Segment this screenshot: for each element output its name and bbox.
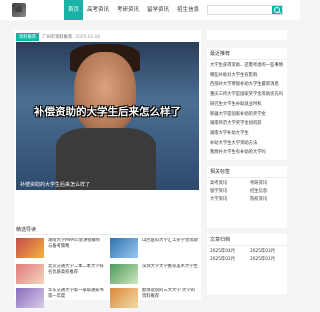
sidebar-tags: 相关标签 高考资讯 考研资讯 留学资讯 招生信息 大学资讯 院校资讯 bbox=[207, 166, 287, 228]
hero-caption[interactable]: 补偿资助的大学生后来怎么样了 bbox=[20, 181, 90, 188]
sidebar-archive-links: 2025年04月 2025年03月 2025年02月 2025年01月 bbox=[207, 246, 287, 264]
nav-item-gaokao[interactable]: 高考资讯 bbox=[83, 0, 113, 20]
nav-item-admissions[interactable]: 招生信息 bbox=[173, 0, 203, 20]
sidebar-ad bbox=[207, 30, 287, 40]
list-item[interactable]: 能够说说的三大大学 大学的资料推荐 bbox=[110, 288, 198, 312]
article-thumbnail[interactable] bbox=[16, 264, 44, 284]
article-thumbnail[interactable] bbox=[16, 288, 44, 308]
article-thumbnail[interactable] bbox=[110, 264, 138, 284]
tag-link[interactable]: 考研资讯 bbox=[250, 180, 280, 186]
list-item[interactable]: 研究生大学生补助就业时机 bbox=[210, 100, 284, 110]
list-item[interactable]: 我想补大学生有补助的大学吗 bbox=[210, 148, 284, 158]
nav-item-home[interactable]: 首页 bbox=[64, 0, 84, 20]
archive-link[interactable]: 2025年04月 bbox=[210, 248, 240, 254]
article-thumbnail[interactable] bbox=[110, 238, 138, 258]
breadcrumb-date: 2025-02-06 bbox=[75, 34, 101, 40]
list-item[interactable]: 西部补大学寒假补助大学生最新消息 bbox=[210, 80, 284, 90]
article-thumbnail[interactable] bbox=[16, 238, 44, 258]
hero-overlay-title: 补偿资助的大学生后来怎么样了 bbox=[34, 106, 181, 118]
list-item[interactable]: 湖南大学MPAcc会讲授解析与备考策略 bbox=[16, 238, 104, 262]
list-item[interactable]: 北京交通大学二本二本大学排名优质高校推荐 bbox=[16, 264, 104, 288]
hero-photo-face bbox=[74, 52, 136, 132]
article-title[interactable]: 北京交通大学二本二本大学排名优质高校推荐 bbox=[48, 264, 104, 276]
hero-image[interactable]: 补偿资助的大学生后来怎么样了 补偿资助的大学生后来怎么样了 bbox=[16, 42, 199, 190]
site-logo[interactable]: ⬛ bbox=[12, 3, 26, 17]
nav-item-kaoyan[interactable]: 考研资讯 bbox=[113, 0, 143, 20]
featured-section: 精选导读 湖南大学MPAcc会讲授解析与备考策略 山西医科大学汇丰奖学金资助 北… bbox=[14, 224, 201, 308]
tag-link[interactable]: 大学资讯 bbox=[210, 196, 240, 202]
tag-link[interactable]: 高考资讯 bbox=[210, 180, 240, 186]
search-box bbox=[207, 5, 283, 15]
sidebar-recommend-title: 最近推荐 bbox=[207, 48, 287, 60]
search-icon bbox=[274, 7, 280, 13]
top-navigation-bar: ⬛ 首页 高考资讯 考研资讯 留学资讯 招生信息 bbox=[0, 0, 300, 20]
list-item[interactable]: 华东交通大学第一录取通知书第一年度 bbox=[16, 288, 104, 312]
archive-link[interactable]: 2025年03月 bbox=[250, 248, 280, 254]
tag-link[interactable]: 院校资讯 bbox=[250, 196, 280, 202]
article-thumbnail[interactable] bbox=[110, 288, 138, 308]
list-item[interactable]: 哪些补助对大学生有影响 bbox=[210, 71, 284, 81]
tag-link[interactable]: 招生信息 bbox=[250, 188, 280, 194]
sidebar-tags-title: 相关标签 bbox=[207, 166, 287, 178]
archive-link[interactable]: 2025年02月 bbox=[210, 256, 240, 262]
featured-title: 精选导读 bbox=[16, 227, 37, 233]
breadcrumb-path[interactable]: 广州市资料推荐 bbox=[42, 34, 72, 40]
sidebar-archive-title: 文章归档 bbox=[207, 234, 287, 246]
article-title[interactable]: 华东交通大学第一录取通知书第一年度 bbox=[48, 288, 104, 300]
article-title[interactable]: 山西医科大学汇丰奖学金资助 bbox=[142, 238, 198, 244]
search-button[interactable] bbox=[272, 6, 282, 14]
main-nav: 首页 高考资讯 考研资讯 留学资讯 招生信息 bbox=[64, 0, 203, 20]
search-input[interactable] bbox=[210, 6, 272, 14]
list-item[interactable]: 湖南师范大学奖学金如何获 bbox=[210, 119, 284, 129]
featured-divider bbox=[16, 234, 199, 235]
sidebar-tag-links: 高考资讯 考研资讯 留学资讯 招生信息 大学资讯 院校资讯 bbox=[207, 178, 287, 204]
list-item[interactable]: 山西医科大学汇丰奖学金资助 bbox=[110, 238, 198, 262]
article-title[interactable]: 湖南大学MPAcc会讲授解析与备考策略 bbox=[48, 238, 104, 250]
list-item[interactable]: 湖南大学补助大学生 bbox=[210, 129, 284, 139]
list-item[interactable]: 大学生获得资助、还需考虑的一些事情 bbox=[210, 61, 284, 71]
tag-link[interactable]: 留学资讯 bbox=[210, 188, 240, 194]
archive-link[interactable]: 2025年01月 bbox=[250, 256, 280, 262]
article-title[interactable]: 深圳大学大学推荐美术大学生 bbox=[142, 264, 198, 270]
list-item[interactable]: 深圳大学大学推荐美术大学生 bbox=[110, 264, 198, 288]
sidebar-recommend: 最近推荐 大学生获得资助、还需考虑的一些事情 哪些补助对大学生有影响 西部补大学… bbox=[207, 48, 287, 160]
article-title[interactable]: 能够说说的三大大学 大学的资料推荐 bbox=[142, 288, 198, 300]
nav-item-study-abroad[interactable]: 留学资讯 bbox=[143, 0, 173, 20]
sidebar-archive: 文章归档 2025年04月 2025年03月 2025年02月 2025年01月 bbox=[207, 234, 287, 294]
list-item[interactable]: 重庆三所大学是国家奖学金资助优先吗 bbox=[210, 90, 284, 100]
list-item[interactable]: 补助大学生大学资助方法 bbox=[210, 139, 284, 149]
category-tag[interactable]: 资料推荐 bbox=[16, 33, 40, 41]
sidebar-recommend-list: 大学生获得资助、还需考虑的一些事情 哪些补助对大学生有影响 西部补大学寒假补助大… bbox=[207, 60, 287, 159]
list-item[interactable]: 新疆大学是国家补助的奖学金 bbox=[210, 110, 284, 120]
breadcrumb: 资料推荐 广州市资料推荐 2025-02-06 bbox=[16, 33, 100, 41]
